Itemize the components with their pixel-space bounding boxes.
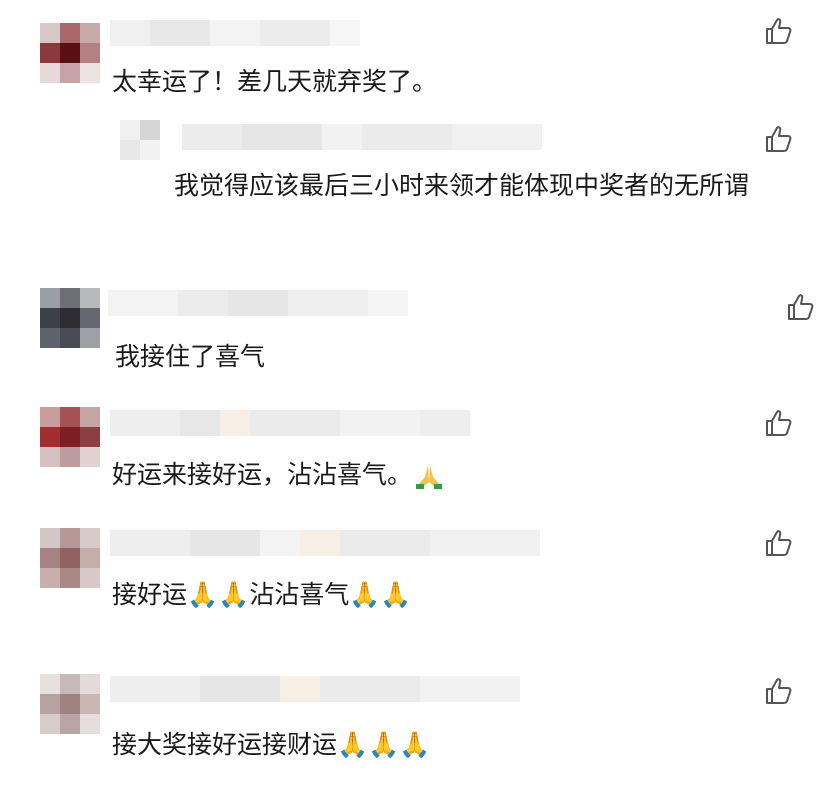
reply-avatar[interactable]	[120, 120, 160, 160]
avatar[interactable]	[40, 674, 100, 734]
like-button[interactable]	[764, 16, 794, 46]
comment-text: 接好运🙏🙏沾沾喜气🙏🙏	[112, 580, 412, 609]
comment-text: 太幸运了！差几天就弃奖了。	[112, 67, 438, 96]
comment-text: 好运来接好运，沾沾喜气。	[112, 456, 444, 494]
like-button[interactable]	[786, 292, 816, 322]
username-blurred[interactable]	[110, 676, 520, 702]
reply-like-button[interactable]	[764, 124, 794, 154]
thumbs-up-icon	[766, 18, 792, 44]
thumbs-up-icon	[788, 294, 814, 320]
username-blurred[interactable]	[110, 410, 470, 436]
thumbs-up-icon	[766, 126, 792, 152]
reply-text: 我觉得应该最后三小时来领才能体现中奖者的无所谓	[174, 171, 750, 200]
avatar[interactable]	[40, 528, 100, 588]
avatar[interactable]	[40, 407, 100, 467]
thumbs-up-icon	[766, 410, 792, 436]
comment-text-content: 好运来接好运，沾沾喜气。	[112, 460, 413, 489]
comment-text: 接大奖接好运接财运🙏🙏🙏	[112, 730, 431, 759]
username-blurred[interactable]	[110, 530, 540, 556]
like-button[interactable]	[764, 408, 794, 438]
like-button[interactable]	[764, 528, 794, 558]
folded-hands-icon	[414, 461, 444, 491]
avatar[interactable]	[40, 23, 100, 83]
like-button[interactable]	[764, 676, 794, 706]
comment-text: 我接住了喜气	[115, 342, 266, 371]
thumbs-up-icon	[766, 530, 792, 556]
avatar[interactable]	[40, 288, 100, 348]
username-blurred[interactable]	[110, 20, 360, 46]
username-blurred[interactable]	[108, 290, 408, 316]
thumbs-up-icon	[766, 678, 792, 704]
reply-username-blurred[interactable]	[182, 124, 542, 150]
